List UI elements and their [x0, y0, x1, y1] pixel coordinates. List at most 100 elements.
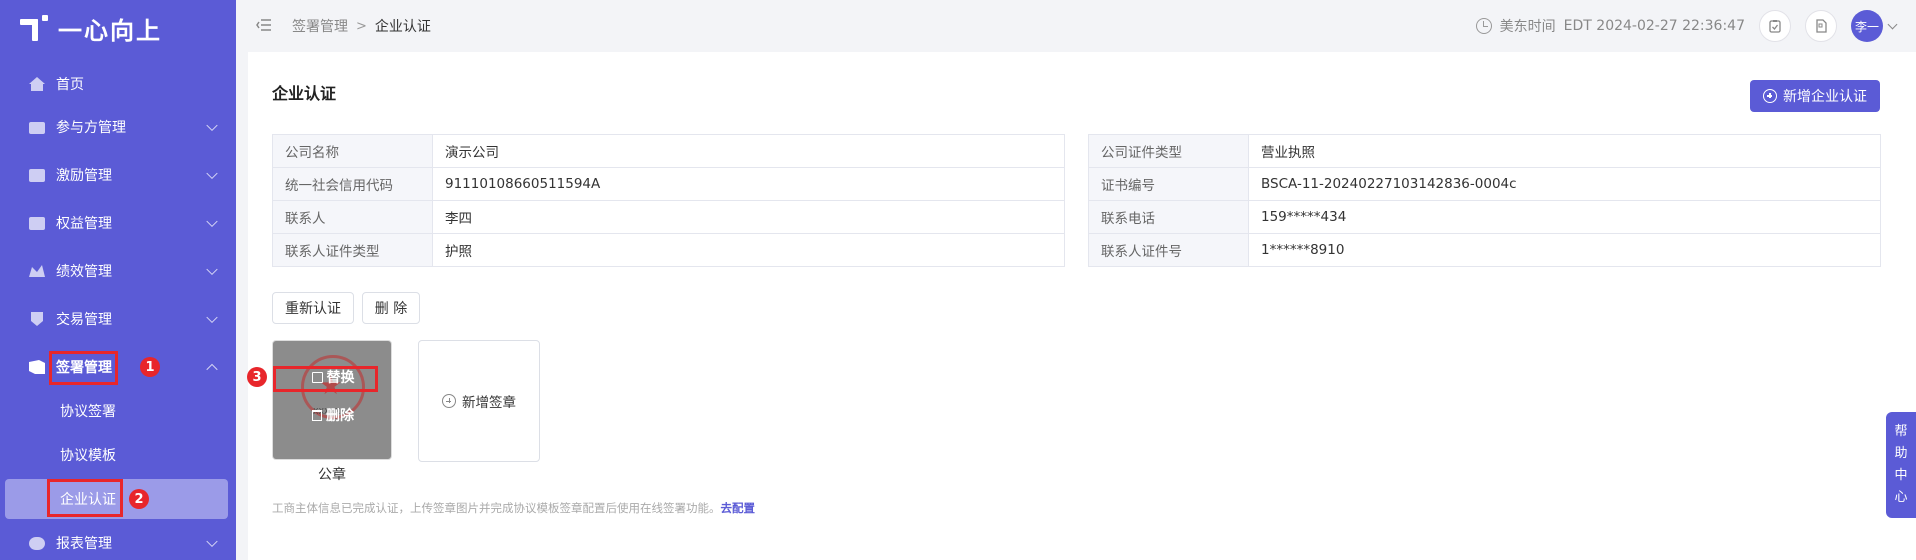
- annotation-badge-1: 1: [140, 357, 160, 377]
- chevron-down-icon: [206, 263, 218, 276]
- chevron-down-icon: [206, 167, 218, 180]
- delete-seal-label: 删除: [326, 408, 354, 424]
- field-label: 公司名称: [272, 134, 433, 168]
- sidebar: 一心向上 首页 参与方管理 激励管理 权益管理 绩效管理 交易管理 签署管理 协…: [0, 0, 236, 560]
- field-value: 李四: [432, 200, 1065, 234]
- delete-seal-button[interactable]: 删除: [273, 405, 391, 425]
- sidebar-item-performance[interactable]: 绩效管理: [0, 249, 236, 293]
- hint-message: 工商主体信息已完成认证，上传签章图片并完成协议模板签章配置后使用在线签署功能。: [272, 501, 721, 515]
- sidebar-item-signing[interactable]: 签署管理: [0, 345, 236, 389]
- table-row: 联系人 李四: [272, 200, 1065, 234]
- sidebar-item-equity[interactable]: 权益管理: [0, 201, 236, 245]
- add-enterprise-auth-button[interactable]: 新增企业认证: [1750, 80, 1880, 112]
- field-label: 公司证件类型: [1088, 134, 1249, 168]
- home-icon: [29, 77, 45, 91]
- page-title: 企业认证: [272, 84, 337, 103]
- document-icon: [1816, 19, 1827, 33]
- chevron-down-icon[interactable]: [1887, 19, 1898, 29]
- field-label: 统一社会信用代码: [272, 167, 433, 201]
- sidebar-item-label: 绩效管理: [56, 264, 112, 280]
- clock-icon: [1475, 18, 1492, 34]
- field-label: 联系电话: [1088, 200, 1249, 234]
- header-right: 美东时间 EDT 2024-02-27 22:36:47 李一: [1475, 10, 1898, 42]
- plus-circle-icon: [1763, 89, 1777, 103]
- annotation-box-2: [47, 479, 123, 517]
- company-info-table: 公司名称 演示公司 统一社会信用代码 91110108660511594A 联系人李…: [272, 134, 1065, 267]
- sidebar-subitem-agreement-template[interactable]: 协议模板: [0, 435, 236, 475]
- annotation-box-1: [49, 351, 118, 385]
- logo-text: 一心向上: [58, 16, 162, 45]
- sidebar-item-trading[interactable]: 交易管理: [0, 297, 236, 341]
- sidebar-item-label: 首页: [56, 77, 84, 93]
- chevron-down-icon: [206, 311, 218, 324]
- table-row: 公司名称 演示公司: [272, 134, 1065, 168]
- sidebar-item-incentive[interactable]: 激励管理: [0, 153, 236, 197]
- avatar[interactable]: 李一: [1851, 10, 1883, 42]
- seal-image[interactable]: ★ XXXXXX 替换 删除: [272, 340, 392, 460]
- help-char: 帮: [1894, 424, 1908, 439]
- help-char: 心: [1894, 490, 1908, 505]
- sidebar-item-label: 权益管理: [56, 216, 112, 232]
- equity-icon: [29, 217, 45, 230]
- chevron-down-icon: [206, 215, 218, 228]
- clipboard-check-icon: [1769, 20, 1781, 33]
- incentive-icon: [29, 169, 45, 182]
- app-logo[interactable]: 一心向上: [20, 10, 162, 46]
- performance-icon: [29, 265, 45, 277]
- sidebar-subitem-agreement-signing[interactable]: 协议签署: [0, 391, 236, 431]
- add-enterprise-auth-label: 新增企业认证: [1783, 89, 1867, 105]
- plus-circle-icon: [442, 394, 456, 408]
- certificate-info-table: 公司证件类型 营业执照 证书编号 BSCA-11-20240227103142836…: [1088, 134, 1881, 267]
- delete-button[interactable]: 删 除: [362, 292, 420, 324]
- sidebar-subitem-label: 协议模板: [60, 448, 116, 464]
- table-row: 联系人证件类型 护照: [272, 233, 1065, 267]
- add-seal-button[interactable]: 新增签章: [418, 340, 540, 462]
- annotation-badge-3: 3: [247, 367, 267, 387]
- time-value: EDT 2024-02-27 22:36:47: [1563, 18, 1745, 34]
- sidebar-item-participants[interactable]: 参与方管理: [0, 105, 236, 149]
- chevron-up-icon: [206, 363, 218, 376]
- participants-icon: [29, 122, 45, 134]
- hint-text: 工商主体信息已完成认证，上传签章图片并完成协议模板签章配置后使用在线签署功能。去…: [272, 500, 755, 516]
- signing-icon: [29, 360, 45, 374]
- table-row: 证书编号 BSCA-11-20240227103142836-0004c: [1088, 167, 1881, 201]
- field-value: 演示公司: [432, 134, 1065, 168]
- sidebar-subitem-label: 协议签署: [60, 404, 116, 420]
- reauthenticate-button[interactable]: 重新认证: [272, 292, 354, 324]
- annotation-badge-2: 2: [129, 489, 149, 509]
- annotation-box-3: [273, 366, 378, 392]
- help-char: 中: [1894, 468, 1908, 483]
- add-seal-label: 新增签章: [462, 395, 516, 411]
- sidebar-item-home[interactable]: 首页: [0, 62, 236, 106]
- sidebar-item-reports[interactable]: 报表管理: [0, 521, 236, 560]
- collapse-sidebar-icon[interactable]: [256, 18, 272, 32]
- breadcrumb: 签署管理 > 企业认证: [292, 16, 431, 36]
- reports-icon: [29, 537, 45, 550]
- table-row: 联系人证件号 1******8910: [1088, 233, 1881, 267]
- main-card: 企业认证 新增企业认证 公司名称 演示公司 统一社会信用代码 91110108660…: [247, 52, 1916, 560]
- trading-icon: [31, 312, 43, 326]
- configure-link[interactable]: 去配置: [721, 501, 756, 515]
- document-button[interactable]: [1805, 10, 1837, 42]
- breadcrumb-item[interactable]: 签署管理: [292, 16, 348, 36]
- clipboard-button[interactable]: [1759, 10, 1791, 42]
- table-row: 统一社会信用代码 91110108660511594A: [272, 167, 1065, 201]
- field-label: 联系人证件类型: [272, 233, 433, 267]
- table-row: 联系电话 159*****434: [1088, 200, 1881, 234]
- chevron-down-icon: [206, 535, 218, 548]
- chevron-down-icon: [206, 119, 218, 132]
- field-value: BSCA-11-20240227103142836-0004c: [1248, 167, 1881, 201]
- field-value: 营业执照: [1248, 134, 1881, 168]
- breadcrumb-current: 企业认证: [374, 19, 431, 35]
- timezone-label: 美东时间: [1499, 19, 1556, 35]
- sidebar-item-label: 参与方管理: [56, 120, 126, 136]
- help-center-tab[interactable]: 帮 助 中 心: [1886, 412, 1916, 518]
- field-value: 159*****434: [1248, 200, 1881, 234]
- top-header: 签署管理 > 企业认证 美东时间 EDT 2024-02-27 22:36:47…: [236, 0, 1916, 52]
- field-label: 证书编号: [1088, 167, 1249, 201]
- field-value: 91110108660511594A: [432, 167, 1065, 201]
- field-value: 1******8910: [1248, 233, 1881, 267]
- field-value: 护照: [432, 233, 1065, 267]
- sidebar-item-label: 报表管理: [56, 536, 112, 552]
- time-display: 美东时间 EDT 2024-02-27 22:36:47: [1475, 16, 1745, 36]
